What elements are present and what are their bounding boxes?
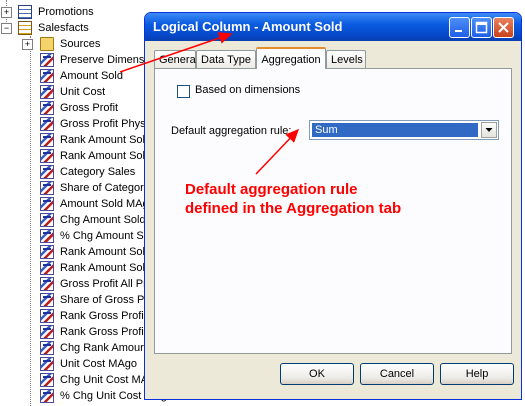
annotation-line-2: defined in the Aggregation tab xyxy=(185,200,402,217)
annotation-line-1: Default aggregation rule xyxy=(185,181,358,198)
tab-aggregation[interactable]: Aggregation xyxy=(256,47,326,69)
arrow-to-aggregation-rule xyxy=(255,128,300,175)
arrow-to-title xyxy=(119,32,233,73)
annotation-text: Default aggregation rule defined in the … xyxy=(185,180,401,218)
